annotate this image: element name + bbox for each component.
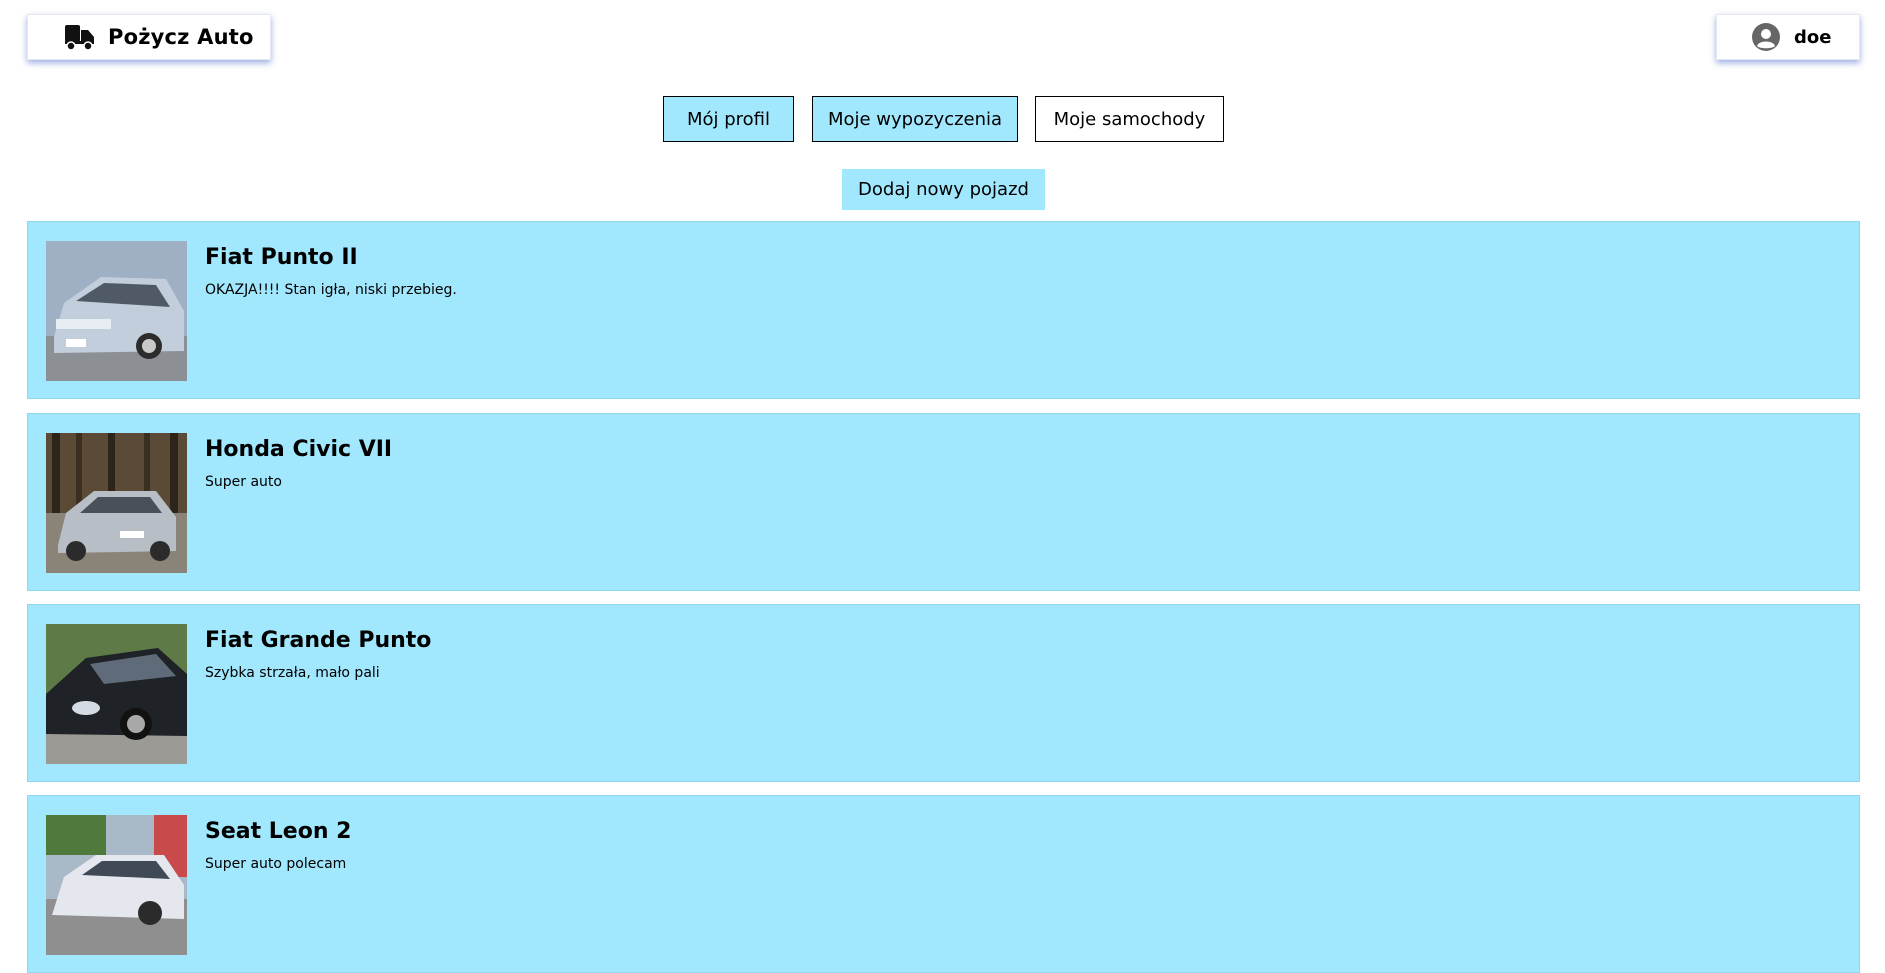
- user-circle-icon: [1752, 23, 1780, 51]
- tab-my-rentals[interactable]: Moje wypozyczenia: [812, 96, 1018, 142]
- car-card[interactable]: Honda Civic VII Super auto: [27, 413, 1860, 591]
- car-name: Honda Civic VII: [205, 437, 393, 462]
- car-thumbnail: [46, 815, 187, 955]
- car-name: Fiat Punto II: [205, 245, 358, 270]
- brand-title: Pożycz Auto: [108, 25, 254, 49]
- car-description: OKAZJA!!!! Stan igła, niski przebieg.: [205, 282, 457, 298]
- car-thumbnail: [46, 241, 187, 381]
- car-card[interactable]: Fiat Punto II OKAZJA!!!! Stan igła, nisk…: [27, 221, 1860, 399]
- brand-logo[interactable]: Pożycz Auto: [27, 14, 271, 60]
- car-card[interactable]: Seat Leon 2 Super auto polecam: [27, 795, 1860, 973]
- user-name: doe: [1794, 26, 1832, 48]
- add-vehicle-button[interactable]: Dodaj nowy pojazd: [842, 169, 1045, 210]
- car-name: Seat Leon 2: [205, 819, 352, 844]
- car-name: Fiat Grande Punto: [205, 628, 432, 653]
- tab-my-cars[interactable]: Moje samochody: [1035, 96, 1224, 142]
- car-description: Super auto polecam: [205, 856, 347, 872]
- car-card[interactable]: Fiat Grande Punto Szybka strzała, mało p…: [27, 604, 1860, 782]
- tab-my-profile[interactable]: Mój profil: [663, 96, 794, 142]
- car-description: Super auto: [205, 474, 282, 490]
- user-menu[interactable]: doe: [1716, 14, 1860, 60]
- truck-icon: [65, 25, 94, 51]
- car-description: Szybka strzała, mało pali: [205, 665, 380, 681]
- car-thumbnail: [46, 624, 187, 764]
- car-thumbnail: [46, 433, 187, 573]
